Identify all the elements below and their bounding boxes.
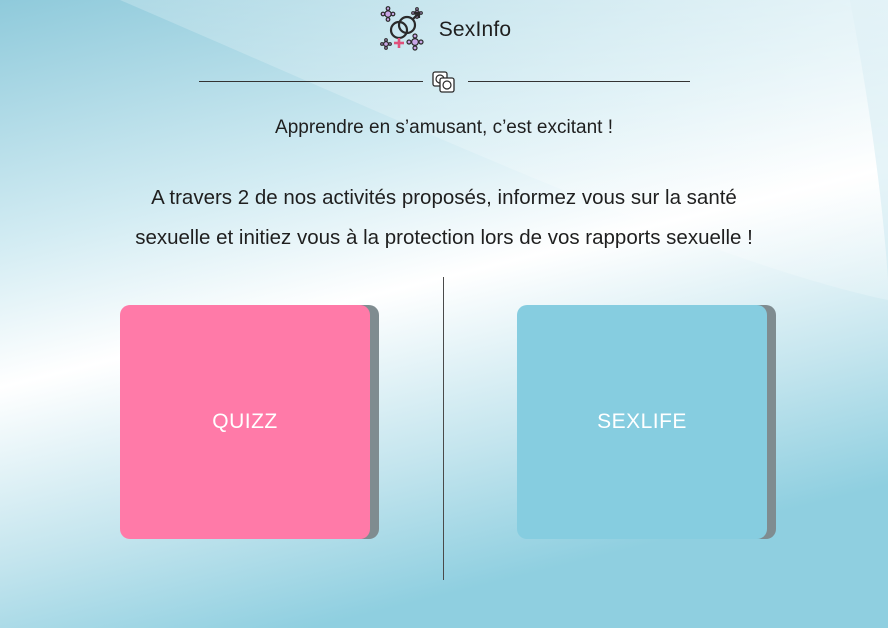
condom-packets-icon [431, 70, 457, 94]
divider-line-left [199, 81, 423, 82]
brand-name: SexInfo [438, 18, 512, 41]
quizz-button[interactable]: QUIZZ [120, 305, 370, 539]
tagline: Apprendre en s’amusant, c’est excitant ! [275, 117, 613, 138]
vertical-separator [443, 277, 444, 580]
gender-symbols-icon [377, 6, 429, 54]
description-line-1: A travers 2 de nos activités proposés, i… [151, 186, 737, 209]
header-divider [199, 70, 690, 94]
sexlife-button[interactable]: SEXLIFE [517, 305, 767, 539]
description-line-2: sexuelle et initiez vous à la protection… [135, 226, 753, 249]
quizz-label: QUIZZ [212, 410, 278, 433]
divider-line-right [468, 81, 690, 82]
header: SexInfo [0, 6, 888, 54]
description: A travers 2 de nos activités proposés, i… [40, 178, 848, 258]
sexlife-label: SEXLIFE [597, 410, 687, 433]
